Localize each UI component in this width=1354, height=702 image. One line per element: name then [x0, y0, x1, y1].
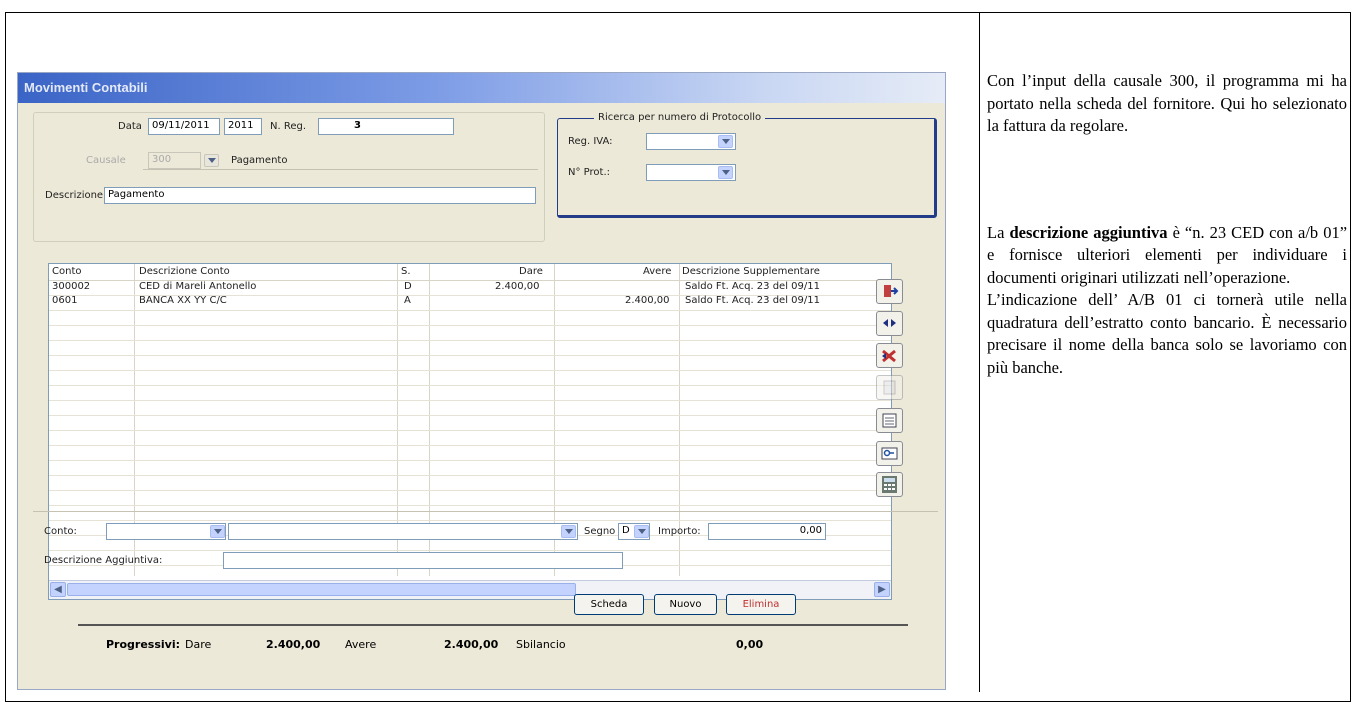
segno-label: Segno	[584, 526, 616, 537]
totals-sbilancio-value: 0,00	[736, 638, 764, 651]
totals-sbilancio-label: Sbilancio	[516, 638, 566, 651]
column-header-desc-supp[interactable]: Descrizione Supplementare	[682, 266, 820, 277]
grid-row-line	[49, 445, 891, 446]
grid-row-line	[49, 355, 891, 356]
commentary-paragraph-3: L’indicazione dell’ A/B 01 ci tornerà ut…	[987, 290, 1347, 377]
protocol-search-title: Ricerca per numero di Protocollo	[594, 112, 766, 123]
grid-row-line	[49, 490, 891, 491]
totals-separator	[78, 624, 908, 626]
conto-desc-dropdown-icon[interactable]	[561, 525, 576, 538]
grid-row-line	[49, 325, 891, 326]
row2-segno[interactable]: A	[404, 295, 411, 306]
scroll-right-icon[interactable]: ▶	[874, 582, 890, 597]
enter-icon[interactable]	[876, 279, 903, 304]
nreg-label: N. Reg.	[270, 121, 307, 132]
column-header-dare[interactable]: Dare	[519, 266, 543, 277]
scroll-thumb[interactable]	[67, 583, 576, 596]
column-header-conto[interactable]: Conto	[52, 266, 81, 277]
nprot-label: N° Prot.:	[568, 167, 610, 178]
row2-conto[interactable]: 0601	[52, 295, 77, 306]
move-rows-icon[interactable]	[876, 311, 903, 336]
causale-field: 300	[148, 152, 201, 169]
nprot-dropdown-icon[interactable]	[718, 166, 733, 179]
row1-dare[interactable]: 2.400,00	[495, 281, 540, 292]
data-label: Data	[118, 121, 142, 132]
row2-descrizione[interactable]: BANCA XX YY C/C	[139, 295, 227, 306]
scheda-button[interactable]: Scheda	[574, 594, 644, 615]
scroll-left-icon[interactable]: ◀	[50, 582, 66, 597]
grid-row-line	[49, 310, 891, 311]
window-title: Movimenti Contabili	[24, 80, 148, 95]
importo-label: Importo:	[658, 526, 701, 537]
grid-row-line	[49, 475, 891, 476]
grid-row-line	[49, 415, 891, 416]
grid-row-line	[49, 385, 891, 386]
causale-dropdown-icon	[204, 154, 219, 167]
row2-desc-supp[interactable]: Saldo Ft. Acq. 23 del 09/11	[685, 295, 820, 306]
row2-avere[interactable]: 2.400,00	[625, 295, 670, 306]
column-header-segno[interactable]: S.	[401, 266, 411, 277]
commentary-p2-bold: descrizione aggiuntiva	[1009, 222, 1168, 242]
disabled-doc-icon	[876, 375, 903, 400]
year-field[interactable]: 2011	[224, 118, 262, 135]
causale-label: Causale	[86, 155, 126, 166]
grid-row-line	[49, 460, 891, 461]
column-divider	[979, 12, 980, 692]
date-field[interactable]: 09/11/2011	[148, 118, 220, 135]
app-window: Movimenti Contabili Data 09/11/2011 2011…	[17, 72, 946, 690]
totals-dare-label: Dare	[185, 638, 212, 651]
conto-field[interactable]	[106, 523, 226, 540]
entries-grid[interactable]: Conto Descrizione Conto S. Dare Avere De…	[48, 263, 892, 600]
elimina-button[interactable]: Elimina	[726, 594, 796, 615]
commentary-paragraph-1: Con l’input della causale 300, il progra…	[987, 71, 1347, 135]
row1-segno[interactable]: D	[404, 281, 412, 292]
grid-row-line	[49, 505, 891, 506]
grid-row-line	[49, 520, 891, 521]
delete-rows-icon[interactable]	[876, 343, 903, 368]
grid-row-line	[49, 400, 891, 401]
nuovo-button[interactable]: Nuovo	[654, 594, 717, 615]
column-header-avere[interactable]: Avere	[643, 266, 671, 277]
descrizione-label: Descrizione	[45, 190, 104, 201]
window-body: Data 09/11/2011 2011 N. Reg. 3 Causale 3…	[18, 103, 945, 689]
grid-row-line	[49, 550, 891, 551]
desc-agg-label: Descrizione Aggiuntiva:	[44, 555, 163, 566]
descrizione-field[interactable]: Pagamento	[104, 187, 536, 204]
conto-dropdown-icon[interactable]	[210, 525, 225, 538]
commentary-p2-pre: La	[987, 222, 1010, 242]
totals-avere-value: 2.400,00	[444, 638, 499, 651]
grid-row-line	[49, 370, 891, 371]
grid-row-line	[49, 340, 891, 341]
form-icon[interactable]	[876, 408, 903, 433]
totals-avere-label: Avere	[345, 638, 377, 651]
calculator-icon[interactable]	[876, 472, 903, 497]
reg-iva-label: Reg. IVA:	[568, 136, 613, 147]
totals-dare-value: 2.400,00	[266, 638, 321, 651]
row1-desc-supp[interactable]: Saldo Ft. Acq. 23 del 09/11	[685, 281, 820, 292]
desc-agg-field[interactable]	[223, 552, 623, 569]
conto-label: Conto:	[44, 526, 77, 537]
column-header-descrizione[interactable]: Descrizione Conto	[139, 266, 230, 277]
causale-desc: Pagamento	[231, 155, 288, 166]
commentary-column: Con l’input della causale 300, il progra…	[987, 70, 1347, 379]
row1-conto[interactable]: 300002	[52, 281, 90, 292]
entry-separator	[33, 511, 938, 512]
segno-dropdown-icon[interactable]	[634, 525, 649, 538]
header-separator	[143, 169, 538, 170]
commentary-paragraph-2: La descrizione aggiuntiva è “n. 23 CED c…	[987, 222, 1347, 290]
nreg-field[interactable]: 3	[318, 118, 454, 135]
reg-iva-dropdown-icon[interactable]	[718, 135, 733, 148]
row1-descrizione[interactable]: CED di Mareli Antonello	[139, 281, 256, 292]
conto-desc-field[interactable]	[228, 523, 578, 540]
protocol-search-group	[557, 118, 937, 218]
key-icon[interactable]	[876, 441, 903, 466]
importo-field[interactable]: 0,00	[708, 523, 826, 540]
totals-label: Progressivi:	[106, 638, 181, 651]
title-bar[interactable]: Movimenti Contabili	[18, 73, 945, 103]
grid-row-line	[49, 430, 891, 431]
